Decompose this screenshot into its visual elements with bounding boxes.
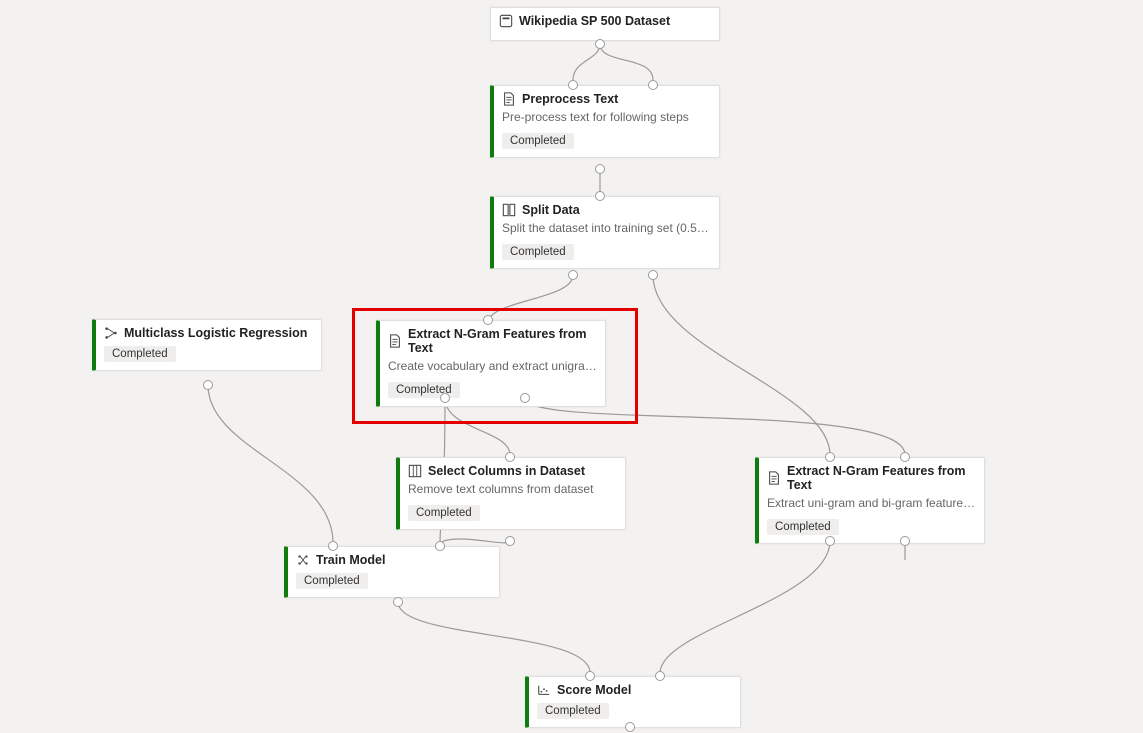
document-icon <box>502 92 516 106</box>
train-icon <box>296 553 310 567</box>
status-badge: Completed <box>104 346 176 362</box>
status-badge: Completed <box>502 244 574 260</box>
port-out[interactable] <box>595 39 605 49</box>
status-badge: Completed <box>767 519 839 535</box>
port-in[interactable] <box>655 671 665 681</box>
status-badge: Completed <box>502 133 574 149</box>
port-in[interactable] <box>328 541 338 551</box>
node-split-data[interactable]: Split Data Split the dataset into traini… <box>490 196 720 269</box>
node-title: Multiclass Logistic Regression <box>124 326 307 340</box>
port-out[interactable] <box>505 536 515 546</box>
node-title: Wikipedia SP 500 Dataset <box>519 14 670 28</box>
status-badge: Completed <box>296 573 368 589</box>
node-title: Preprocess Text <box>522 92 618 106</box>
port-out[interactable] <box>440 393 450 403</box>
node-description: Pre-process text for following steps <box>502 110 711 125</box>
node-description: Remove text columns from dataset <box>408 482 617 497</box>
dataset-icon <box>499 14 513 28</box>
port-out[interactable] <box>393 597 403 607</box>
port-out[interactable] <box>825 536 835 546</box>
status-badge: Completed <box>408 505 480 521</box>
node-wikipedia-sp500-dataset[interactable]: Wikipedia SP 500 Dataset <box>490 7 720 41</box>
node-title: Score Model <box>557 683 631 697</box>
port-out[interactable] <box>900 536 910 546</box>
pipeline-canvas[interactable]: Wikipedia SP 500 Dataset Preprocess Text… <box>0 0 1143 733</box>
node-score-model[interactable]: Score Model Completed <box>525 676 741 728</box>
document-icon <box>767 471 781 485</box>
port-out[interactable] <box>648 270 658 280</box>
port-in[interactable] <box>483 315 493 325</box>
node-train-model[interactable]: Train Model Completed <box>284 546 500 598</box>
score-icon <box>537 683 551 697</box>
node-title: Train Model <box>316 553 385 567</box>
node-select-columns-in-dataset[interactable]: Select Columns in Dataset Remove text co… <box>396 457 626 530</box>
node-description: Extract uni-gram and bi-gram features wi… <box>767 496 976 511</box>
node-title: Select Columns in Dataset <box>428 464 585 478</box>
port-in[interactable] <box>648 80 658 90</box>
document-icon <box>388 334 402 348</box>
port-in[interactable] <box>825 452 835 462</box>
port-out[interactable] <box>203 380 213 390</box>
port-out[interactable] <box>595 164 605 174</box>
node-title: Extract N-Gram Features from Text <box>787 464 976 492</box>
status-badge: Completed <box>537 703 609 719</box>
port-in[interactable] <box>505 452 515 462</box>
node-extract-ngram-features-2[interactable]: Extract N-Gram Features from Text Extrac… <box>755 457 985 544</box>
node-description: Split the dataset into training set (0.5… <box>502 221 711 236</box>
port-in[interactable] <box>585 671 595 681</box>
node-multiclass-logistic-regression[interactable]: Multiclass Logistic Regression Completed <box>92 319 322 371</box>
node-title: Split Data <box>522 203 580 217</box>
port-in[interactable] <box>568 80 578 90</box>
split-icon <box>502 203 516 217</box>
port-out[interactable] <box>520 393 530 403</box>
model-icon <box>104 326 118 340</box>
port-in[interactable] <box>435 541 445 551</box>
port-in[interactable] <box>595 191 605 201</box>
node-extract-ngram-features-1[interactable]: Extract N-Gram Features from Text Create… <box>376 320 606 407</box>
node-preprocess-text[interactable]: Preprocess Text Pre-process text for fol… <box>490 85 720 158</box>
node-title: Extract N-Gram Features from Text <box>408 327 597 355</box>
node-description: Create vocabulary and extract unigram an… <box>388 359 597 374</box>
port-in[interactable] <box>900 452 910 462</box>
columns-icon <box>408 464 422 478</box>
port-out[interactable] <box>568 270 578 280</box>
port-out[interactable] <box>625 722 635 732</box>
